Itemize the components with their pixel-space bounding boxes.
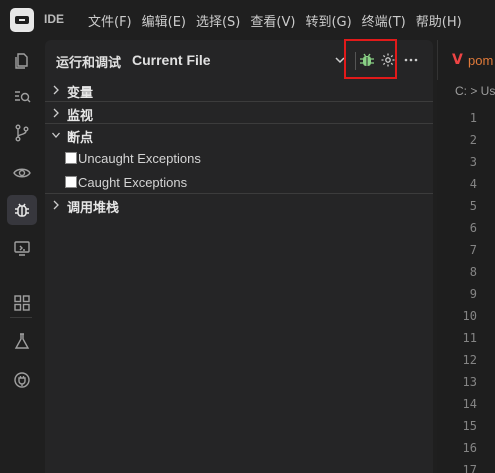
more-actions-icon[interactable] [403,52,419,68]
activity-bar [0,40,42,473]
menu-go[interactable]: 转到(G) [305,11,351,30]
line-number: 4 [469,177,477,191]
line-number: 11 [462,331,477,345]
app-label: IDE [44,12,65,26]
watch-icon[interactable] [7,158,37,188]
panel-header: 运行和调试 Current File [45,39,433,80]
breadcrumb[interactable]: C: > Us [455,84,495,98]
source-control-icon[interactable] [7,118,37,148]
chevron-right-icon [53,200,59,210]
line-number: 2 [469,133,477,147]
configuration-select[interactable]: Current File [132,52,211,68]
section-variables[interactable]: 变量 [45,79,433,101]
menu-edit[interactable]: 编辑(E) [142,11,186,30]
line-number: 10 [462,309,477,323]
extensions-icon[interactable] [7,288,37,318]
line-number: 16 [462,441,477,455]
menu-help[interactable]: 帮助(H) [416,11,462,30]
line-number: 15 [462,419,477,433]
menu-view[interactable]: 查看(V) [250,11,295,30]
line-number: 7 [469,243,477,257]
line-number: 6 [469,221,477,235]
line-number: 1 [469,111,477,125]
app-logo[interactable] [10,8,34,32]
line-number: 12 [462,353,477,367]
panel-title: 运行和调试 [56,56,122,71]
run-debug-panel: 运行和调试 Current File 变量 监视 断点 Uncaught Exc… [45,39,433,473]
menu-selection[interactable]: 选择(S) [196,11,240,30]
line-number: 14 [462,397,477,411]
explorer-icon[interactable] [7,46,37,76]
menu-terminal[interactable]: 终端(T) [362,11,406,30]
section-label: 监视 [67,109,94,124]
section-call-stack[interactable]: 调用堆栈 [45,193,433,216]
line-number: 9 [469,287,477,301]
section-label: 变量 [67,86,94,101]
tab-label: pom [468,53,494,68]
section-breakpoints[interactable]: 断点 [45,123,433,146]
plugin-icon[interactable] [7,365,37,395]
search-icon[interactable] [7,82,37,112]
section-label: 调用堆栈 [67,201,120,216]
editor-tab[interactable]: V pom [437,40,495,80]
editor-area: V pom C: > Us 1 2 3 4 5 6 7 8 9 10 11 12 13 14 15 16 17 [437,40,495,473]
breakpoint-label: Uncaught Exceptions [78,150,201,166]
section-label: 断点 [67,131,94,146]
remote-icon[interactable] [7,233,37,263]
checkbox[interactable] [65,176,77,188]
section-watch[interactable]: 监视 [45,101,433,124]
menu-bar: 文件(F) 编辑(E) 选择(S) 查看(V) 转到(G) 终端(T) 帮助(H… [88,11,472,30]
testing-icon[interactable] [7,326,37,356]
line-number: 3 [469,155,477,169]
chevron-right-icon [53,108,59,118]
line-number: 5 [469,199,477,213]
line-number: 13 [462,375,477,389]
checkbox[interactable] [65,152,77,164]
annotation-highlight-box [344,39,397,79]
breakpoint-caught-exceptions[interactable]: Caught Exceptions [65,170,187,194]
file-type-icon: V [452,52,463,68]
breakpoint-label: Caught Exceptions [78,174,188,190]
menu-file[interactable]: 文件(F) [88,11,132,30]
breakpoint-uncaught-exceptions[interactable]: Uncaught Exceptions [65,146,201,170]
chevron-right-icon [53,85,59,95]
debug-icon[interactable] [7,195,37,225]
line-number: 17 [462,463,477,473]
chevron-down-icon [52,132,60,138]
title-bar: IDE 文件(F) 编辑(E) 选择(S) 查看(V) 转到(G) 终端(T) … [0,0,495,40]
line-number: 8 [469,265,477,279]
